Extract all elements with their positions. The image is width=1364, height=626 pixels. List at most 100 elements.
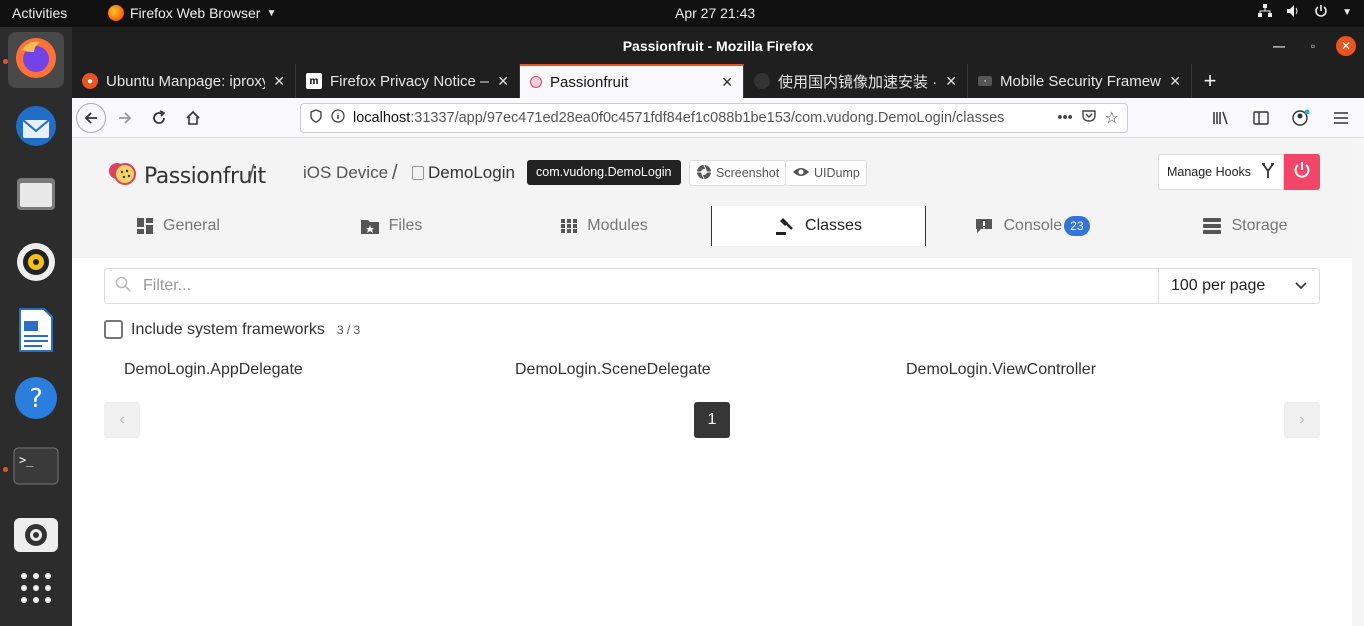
close-icon[interactable]: ✕ xyxy=(1169,73,1181,90)
page-actions-button[interactable]: ••• xyxy=(1057,110,1072,126)
include-system-checkbox[interactable] xyxy=(104,320,123,339)
dock-rhythmbox[interactable] xyxy=(8,236,64,292)
clock[interactable]: Apr 27 21:43 xyxy=(675,5,755,21)
browser-tab[interactable]: ● Ubuntu Manpage: iproxy ✕ xyxy=(72,64,296,98)
browser-tab[interactable]: m Firefox Privacy Notice — ✕ xyxy=(296,64,520,98)
reload-button[interactable] xyxy=(144,103,174,133)
svg-text:?: ? xyxy=(29,384,43,414)
browser-tab[interactable]: ◦ Mobile Security Framewo ✕ xyxy=(968,64,1192,98)
window-title: Passionfruit - Mozilla Firefox xyxy=(622,37,814,54)
grid-icon xyxy=(561,219,578,233)
per-page-select[interactable]: 100 per page xyxy=(1158,268,1320,304)
shield-icon[interactable] xyxy=(309,109,323,127)
account-icon[interactable] xyxy=(1286,103,1316,133)
browser-tab-active[interactable]: Passionfruit ✕ xyxy=(520,64,744,98)
eye-icon xyxy=(792,166,810,181)
class-item[interactable]: DemoLogin.ViewController xyxy=(906,361,1096,379)
uidump-label: UIDump xyxy=(814,166,860,180)
tab-title: Mobile Security Framewo xyxy=(1000,72,1162,90)
close-window-button[interactable]: ✕ xyxy=(1336,36,1356,56)
close-icon[interactable]: ✕ xyxy=(273,73,285,90)
class-item[interactable]: DemoLogin.SceneDelegate xyxy=(515,361,711,379)
window-titlebar[interactable]: Passionfruit - Mozilla Firefox — ▫ ✕ xyxy=(72,27,1364,64)
storage-icon xyxy=(1203,218,1222,234)
browser-tab[interactable]: 使用国内镜像加速安装 · c ✕ xyxy=(744,64,968,98)
search-icon xyxy=(115,276,131,297)
manage-hooks-button[interactable]: Manage Hooks xyxy=(1158,154,1284,190)
pagination-next[interactable]: › xyxy=(1284,402,1320,438)
breadcrumb-app[interactable]: DemoLogin xyxy=(412,163,515,183)
folder-icon xyxy=(14,172,58,221)
volume-icon xyxy=(1286,4,1300,21)
dock-screenshot[interactable] xyxy=(8,508,64,564)
screenshot-button[interactable]: Screenshot xyxy=(689,160,787,186)
app-header: Passionfruit / iOS Device / DemoLogin co… xyxy=(72,138,1352,258)
dock-libreoffice-writer[interactable] xyxy=(8,304,64,360)
filter-placeholder: Filter... xyxy=(143,277,192,294)
page-content: Passionfruit / iOS Device / DemoLogin co… xyxy=(72,138,1352,626)
tab-general[interactable]: General xyxy=(72,206,285,246)
speaker-icon xyxy=(14,240,58,289)
class-item[interactable]: DemoLogin.AppDelegate xyxy=(124,361,303,379)
show-applications-button[interactable] xyxy=(8,562,64,618)
breadcrumb-separator: / xyxy=(249,162,255,184)
logo-text: Passionfruit xyxy=(144,163,266,189)
url-host: localhost xyxy=(353,110,411,126)
tab-console[interactable]: Console 23 xyxy=(926,206,1139,246)
tab-storage[interactable]: Storage xyxy=(1139,206,1352,246)
sidebar-icon[interactable] xyxy=(1246,103,1276,133)
forward-button[interactable] xyxy=(110,103,140,133)
home-button[interactable] xyxy=(178,103,208,133)
document-icon xyxy=(16,307,56,358)
library-icon[interactable] xyxy=(1206,103,1236,133)
close-icon[interactable]: ✕ xyxy=(497,73,509,90)
pagination-previous[interactable]: ‹ xyxy=(104,402,140,438)
pagination-current-page[interactable]: 1 xyxy=(694,402,730,438)
reload-icon xyxy=(153,110,166,124)
mobsf-icon: ◦ xyxy=(978,76,992,86)
disconnect-button[interactable] xyxy=(1284,154,1320,190)
system-tray[interactable]: ▼ xyxy=(1258,4,1352,21)
app-menu[interactable]: Firefox Web Browser ▼ xyxy=(108,5,276,21)
url-bar[interactable]: localhost:31337/app/97ec471ed28ea0f0c457… xyxy=(300,103,1128,133)
star-icon[interactable]: ☆ xyxy=(1105,108,1119,128)
close-icon[interactable]: ✕ xyxy=(945,73,957,90)
uidump-button[interactable]: UIDump xyxy=(785,160,867,186)
arrow-left-icon xyxy=(84,112,97,124)
network-icon xyxy=(1258,4,1273,21)
info-icon[interactable] xyxy=(331,109,345,127)
folder-star-icon xyxy=(360,220,379,234)
tab-files[interactable]: Files xyxy=(285,206,498,246)
dock-thunderbird[interactable] xyxy=(8,100,64,156)
dock: ? >_ xyxy=(0,27,72,626)
include-system-frameworks[interactable]: Include system frameworks 3 / 3 xyxy=(104,320,360,339)
close-icon[interactable]: ✕ xyxy=(721,74,733,91)
firefox-icon xyxy=(14,36,58,85)
pocket-icon[interactable] xyxy=(1081,109,1097,127)
tab-classes[interactable]: Classes xyxy=(711,206,926,246)
ubuntu-icon: ● xyxy=(82,73,98,89)
hamburger-menu-icon[interactable] xyxy=(1326,103,1356,133)
dock-help[interactable]: ? xyxy=(8,372,64,428)
mozilla-icon: m xyxy=(306,73,322,89)
url-path: :31337/app/97ec471ed28ea0f0c4571fdf84ef1… xyxy=(410,110,1005,126)
gavel-icon xyxy=(776,218,793,235)
tab-label: Classes xyxy=(805,217,862,234)
new-tab-button[interactable]: + xyxy=(1192,64,1228,98)
back-button[interactable] xyxy=(76,103,106,133)
filter-input[interactable]: Filter... xyxy=(104,268,1159,304)
breadcrumb-device[interactable]: iOS Device xyxy=(303,163,388,183)
minimize-button[interactable]: — xyxy=(1268,35,1290,57)
scrollbar[interactable] xyxy=(1352,138,1364,626)
dock-terminal[interactable]: >_ xyxy=(8,440,64,496)
tab-title: Firefox Privacy Notice — xyxy=(330,72,490,90)
activities-button[interactable]: Activities xyxy=(12,5,67,21)
dock-firefox[interactable] xyxy=(8,32,64,88)
tab-modules[interactable]: Modules xyxy=(498,206,711,246)
maximize-button[interactable]: ▫ xyxy=(1302,35,1324,57)
dock-files[interactable] xyxy=(8,168,64,224)
tab-label: General xyxy=(163,217,220,234)
passionfruit-logo[interactable]: Passionfruit xyxy=(108,160,266,192)
hook-icon xyxy=(1261,162,1275,182)
app-menu-label: Firefox Web Browser xyxy=(130,5,261,21)
